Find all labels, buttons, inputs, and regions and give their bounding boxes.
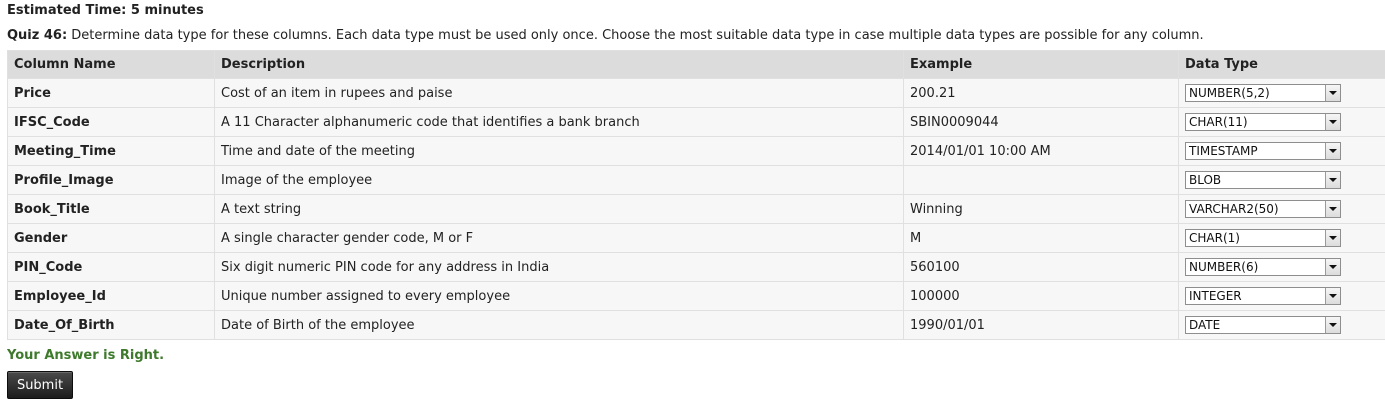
- table-header-row: Column Name Description Example Data Typ…: [7, 50, 1385, 79]
- data-type-select-value: TIMESTAMP: [1189, 144, 1258, 158]
- table-row: PIN_Code Six digit numeric PIN code for …: [7, 252, 1385, 282]
- quiz-table: Column Name Description Example Data Typ…: [7, 50, 1385, 340]
- row-example: 200.21: [903, 78, 1179, 108]
- submit-button[interactable]: Submit: [7, 371, 73, 399]
- data-type-select[interactable]: VARCHAR2(50): [1185, 200, 1341, 218]
- row-description: A single character gender code, M or F: [214, 223, 904, 253]
- table-row: Book_Title A text string Winning VARCHAR…: [7, 194, 1385, 224]
- table-row: Gender A single character gender code, M…: [7, 223, 1385, 253]
- row-column-name: Book_Title: [7, 194, 215, 224]
- quiz-instruction: Quiz 46: Determine data type for these c…: [7, 28, 1204, 43]
- chevron-down-icon[interactable]: [1325, 317, 1340, 333]
- table-header: Column Name Description Example Data Typ…: [7, 50, 1385, 79]
- chevron-down-icon[interactable]: [1325, 85, 1340, 101]
- row-description: Unique number assigned to every employee: [214, 281, 904, 311]
- chevron-down-icon[interactable]: [1325, 288, 1340, 304]
- row-example: [903, 165, 1179, 195]
- data-type-select-value: VARCHAR2(50): [1189, 202, 1279, 216]
- data-type-select[interactable]: CHAR(1): [1185, 229, 1341, 247]
- data-type-select-value: CHAR(11): [1189, 115, 1248, 129]
- row-data-type-cell: CHAR(1): [1178, 223, 1385, 253]
- row-example: 2014/01/01 10:00 AM: [903, 136, 1179, 166]
- row-column-name: IFSC_Code: [7, 107, 215, 137]
- data-type-select[interactable]: DATE: [1185, 316, 1341, 334]
- row-example: 100000: [903, 281, 1179, 311]
- data-type-select-value: DATE: [1189, 318, 1221, 332]
- row-data-type-cell: BLOB: [1178, 165, 1385, 195]
- header-column-name: Column Name: [7, 50, 215, 79]
- row-data-type-cell: NUMBER(5,2): [1178, 78, 1385, 108]
- chevron-down-icon[interactable]: [1325, 172, 1340, 188]
- header-example: Example: [903, 50, 1179, 79]
- row-data-type-cell: INTEGER: [1178, 281, 1385, 311]
- table-row: Date_Of_Birth Date of Birth of the emplo…: [7, 310, 1385, 340]
- table-body: Price Cost of an item in rupees and pais…: [7, 78, 1385, 340]
- row-column-name: Date_Of_Birth: [7, 310, 215, 340]
- chevron-down-icon[interactable]: [1325, 114, 1340, 130]
- chevron-down-icon[interactable]: [1325, 259, 1340, 275]
- chevron-down-icon[interactable]: [1325, 201, 1340, 217]
- row-column-name: Employee_Id: [7, 281, 215, 311]
- row-description: Six digit numeric PIN code for any addre…: [214, 252, 904, 282]
- table-row: IFSC_Code A 11 Character alphanumeric co…: [7, 107, 1385, 137]
- row-data-type-cell: DATE: [1178, 310, 1385, 340]
- row-column-name: Price: [7, 78, 215, 108]
- data-type-select-value: BLOB: [1189, 173, 1222, 187]
- data-type-select-value: CHAR(1): [1189, 231, 1240, 245]
- table-row: Employee_Id Unique number assigned to ev…: [7, 281, 1385, 311]
- chevron-down-icon[interactable]: [1325, 143, 1340, 159]
- row-data-type-cell: VARCHAR2(50): [1178, 194, 1385, 224]
- data-type-select[interactable]: INTEGER: [1185, 287, 1341, 305]
- row-description: Date of Birth of the employee: [214, 310, 904, 340]
- table-row: Profile_Image Image of the employee BLOB: [7, 165, 1385, 195]
- chevron-down-icon[interactable]: [1325, 230, 1340, 246]
- row-example: 1990/01/01: [903, 310, 1179, 340]
- header-description: Description: [214, 50, 904, 79]
- row-column-name: Profile_Image: [7, 165, 215, 195]
- row-data-type-cell: CHAR(11): [1178, 107, 1385, 137]
- estimated-time: Estimated Time: 5 minutes: [7, 3, 204, 18]
- quiz-instruction-text: Determine data type for these columns. E…: [67, 28, 1204, 43]
- result-message: Your Answer is Right.: [7, 348, 165, 363]
- row-description: Cost of an item in rupees and paise: [214, 78, 904, 108]
- row-example: 560100: [903, 252, 1179, 282]
- data-type-select[interactable]: NUMBER(6): [1185, 258, 1341, 276]
- data-type-select-value: INTEGER: [1189, 289, 1242, 303]
- row-description: Image of the employee: [214, 165, 904, 195]
- data-type-select-value: NUMBER(5,2): [1189, 86, 1270, 100]
- data-type-select[interactable]: CHAR(11): [1185, 113, 1341, 131]
- row-example: Winning: [903, 194, 1179, 224]
- row-description: A text string: [214, 194, 904, 224]
- table-row: Price Cost of an item in rupees and pais…: [7, 78, 1385, 108]
- row-example: M: [903, 223, 1179, 253]
- data-type-select[interactable]: BLOB: [1185, 171, 1341, 189]
- row-column-name: PIN_Code: [7, 252, 215, 282]
- data-type-select-value: NUMBER(6): [1189, 260, 1259, 274]
- row-description: Time and date of the meeting: [214, 136, 904, 166]
- header-data-type: Data Type: [1178, 50, 1385, 79]
- row-column-name: Gender: [7, 223, 215, 253]
- row-data-type-cell: TIMESTAMP: [1178, 136, 1385, 166]
- data-type-select[interactable]: NUMBER(5,2): [1185, 84, 1341, 102]
- data-type-select[interactable]: TIMESTAMP: [1185, 142, 1341, 160]
- row-data-type-cell: NUMBER(6): [1178, 252, 1385, 282]
- row-column-name: Meeting_Time: [7, 136, 215, 166]
- quiz-label: Quiz 46:: [7, 28, 68, 43]
- row-example: SBIN0009044: [903, 107, 1179, 137]
- row-description: A 11 Character alphanumeric code that id…: [214, 107, 904, 137]
- table-row: Meeting_Time Time and date of the meetin…: [7, 136, 1385, 166]
